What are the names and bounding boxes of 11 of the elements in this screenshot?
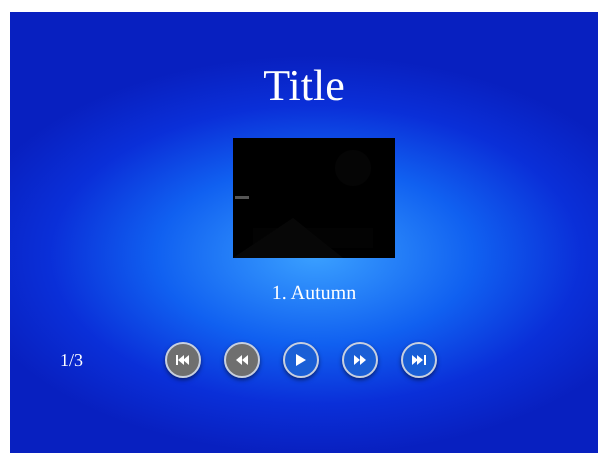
slide-title: Title: [263, 60, 345, 112]
skip-back-icon: [176, 355, 190, 365]
media-button[interactable]: [283, 342, 319, 378]
track-title: 1. Autumn: [272, 281, 356, 306]
play-icon: [296, 354, 306, 366]
fast-forward-icon: [354, 355, 366, 365]
slide-counter: 1/3: [60, 348, 84, 372]
media-button[interactable]: [401, 342, 437, 378]
media-button[interactable]: [342, 342, 378, 378]
rewind-icon: [236, 355, 248, 365]
skip-forward-icon: [412, 355, 426, 365]
